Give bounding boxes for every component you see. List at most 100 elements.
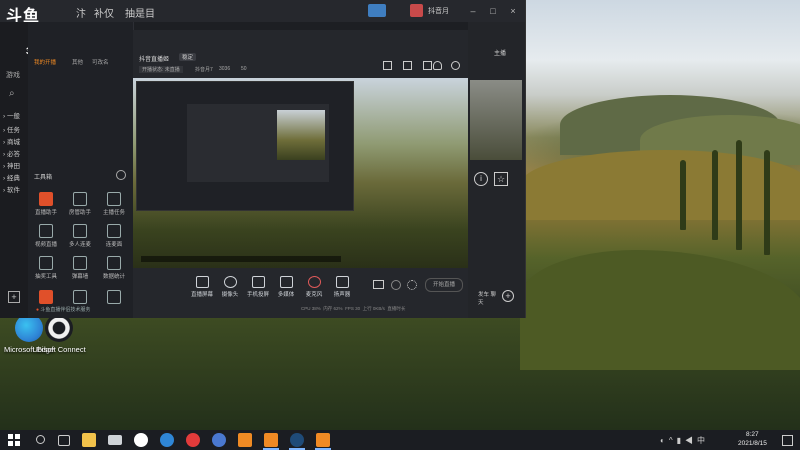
left-nav-item[interactable]: › 神田: [3, 160, 20, 170]
mail-icon[interactable]: [423, 61, 432, 70]
toolbar-label: 直播屏幕: [190, 292, 213, 298]
tool-tasks[interactable]: 主播任务: [98, 192, 130, 216]
status-fps: FPS 30: [345, 306, 361, 311]
face-icon: [107, 224, 121, 238]
chevron-up-icon[interactable]: ^: [669, 436, 677, 445]
windows-start-icon[interactable]: [8, 434, 20, 446]
add-icon[interactable]: +: [8, 291, 20, 303]
left-nav-item[interactable]: › 必答: [3, 148, 20, 158]
speaker-button[interactable]: 扬声器: [325, 276, 359, 298]
left-nav-label: 游戏: [6, 72, 20, 79]
left-nav-item[interactable]: › 经典: [3, 172, 20, 182]
left-nav-item[interactable]: › 一般: [3, 110, 20, 120]
bag-icon[interactable]: [403, 61, 412, 70]
share-icon[interactable]: [451, 61, 460, 70]
assistant-icon: [39, 192, 53, 206]
tab-fragment[interactable]: 补仅: [94, 5, 114, 20]
gift-icon: [39, 256, 53, 270]
preview-dock: [141, 256, 341, 262]
steam-icon[interactable]: [290, 433, 304, 447]
camera-icon: [223, 276, 237, 288]
ubisoft-icon: [45, 314, 73, 342]
tool-multi-link[interactable]: 多人连麦: [64, 224, 96, 248]
tool-download[interactable]: [64, 290, 96, 306]
more-icon: [107, 290, 121, 304]
gear-icon[interactable]: [407, 280, 417, 290]
wall-icon: [73, 256, 87, 270]
panel-tab[interactable]: 我的开播: [34, 58, 56, 66]
settings-icon[interactable]: [116, 170, 126, 180]
notification-icon[interactable]: [782, 435, 793, 446]
footer-notice: ● 斗鱼直播伴侣技术服务: [36, 306, 90, 313]
maximize-icon[interactable]: □: [488, 6, 498, 16]
app-orange-icon-2[interactable]: [264, 433, 278, 447]
douyu-icon[interactable]: [316, 433, 330, 447]
streamer-user: 抖音月7: [195, 67, 213, 73]
tab-fragment[interactable]: 抽是目: [125, 5, 155, 20]
tool-label: 直播助手: [34, 210, 57, 216]
tool-more[interactable]: [98, 290, 130, 306]
video-icon: [39, 224, 53, 238]
left-nav-item[interactable]: › 软件: [3, 184, 20, 194]
start-live-button[interactable]: 开始直播: [425, 278, 463, 292]
search-icon[interactable]: [34, 433, 48, 447]
nav-label: 商城: [6, 139, 20, 146]
left-rail: 3036 游戏 ⌕: [0, 22, 46, 318]
clock-date[interactable]: 2021/8/15: [738, 440, 767, 447]
user-name[interactable]: 抖音月: [428, 6, 449, 16]
tool-extra[interactable]: [30, 290, 62, 306]
avatar[interactable]: [410, 4, 423, 17]
ime-icon[interactable]: 中: [697, 436, 709, 445]
netease-music-icon[interactable]: [186, 433, 200, 447]
timer-icon[interactable]: [391, 280, 401, 290]
star-icon[interactable]: ☆: [494, 172, 508, 186]
app-orange-icon[interactable]: [238, 433, 252, 447]
tool-video[interactable]: 视频直播: [30, 224, 62, 248]
app-blue-icon[interactable]: [212, 433, 226, 447]
toolbar-label: 摄像头: [221, 292, 239, 298]
nav-label: 任务: [6, 127, 20, 134]
add-circle-icon[interactable]: +: [502, 290, 514, 302]
search-icon[interactable]: ⌕: [9, 88, 15, 99]
desktop-icon-ubisoft[interactable]: Ubisoft Connect: [32, 314, 86, 354]
panel-tab[interactable]: 可改名: [92, 58, 109, 66]
download-icon: [73, 290, 87, 304]
mail-icon[interactable]: [108, 435, 122, 445]
info-icon[interactable]: i: [474, 172, 488, 186]
record-icon[interactable]: [373, 280, 384, 289]
taskbar: ◐^▮◀中 8:27 2021/8/15: [0, 430, 800, 450]
bell-icon[interactable]: [433, 61, 442, 70]
tool-danmu-wall[interactable]: 弹幕墙: [64, 256, 96, 280]
close-icon[interactable]: ×: [508, 6, 518, 16]
tool-label: 多人连麦: [68, 242, 91, 248]
tool-lottery[interactable]: 抽奖工具: [30, 256, 62, 280]
home-icon[interactable]: [383, 61, 392, 70]
preview-inner-scene: [277, 110, 325, 160]
volume-icon[interactable]: ◀: [685, 436, 697, 445]
clock-time[interactable]: 8:27: [746, 431, 759, 438]
people-icon[interactable]: ◐: [660, 436, 669, 445]
tool-room-manager[interactable]: 房管助手: [64, 192, 96, 216]
tool-live-assistant[interactable]: 直播助手: [30, 192, 62, 216]
file-explorer-icon[interactable]: [82, 433, 96, 447]
left-nav-item[interactable]: › 任务: [3, 124, 20, 134]
right-thumbnail[interactable]: [470, 80, 522, 160]
phone-icon: [251, 276, 265, 288]
streamer-room: 3036: [219, 66, 231, 72]
tab-fragment[interactable]: 汴: [76, 5, 86, 20]
status-duration: 直播时长: [387, 306, 406, 311]
minimize-icon[interactable]: –: [468, 6, 478, 16]
network-icon[interactable]: ▮: [677, 436, 685, 445]
tool-label: 抽奖工具: [34, 274, 57, 280]
right-bottom-label[interactable]: 发车 聊天: [478, 290, 498, 306]
tool-link-face[interactable]: 连麦面: [98, 224, 130, 248]
tool-stats[interactable]: 数据统计: [98, 256, 130, 280]
left-nav-item[interactable]: › 商城: [3, 136, 20, 146]
stream-preview[interactable]: [133, 78, 468, 268]
send-button[interactable]: [368, 4, 386, 17]
dell-icon[interactable]: [134, 433, 148, 447]
edge-icon[interactable]: [160, 433, 174, 447]
panel-tab[interactable]: 其他: [72, 58, 83, 66]
task-view-icon[interactable]: [58, 435, 70, 446]
tool-label: 房管助手: [68, 210, 91, 216]
